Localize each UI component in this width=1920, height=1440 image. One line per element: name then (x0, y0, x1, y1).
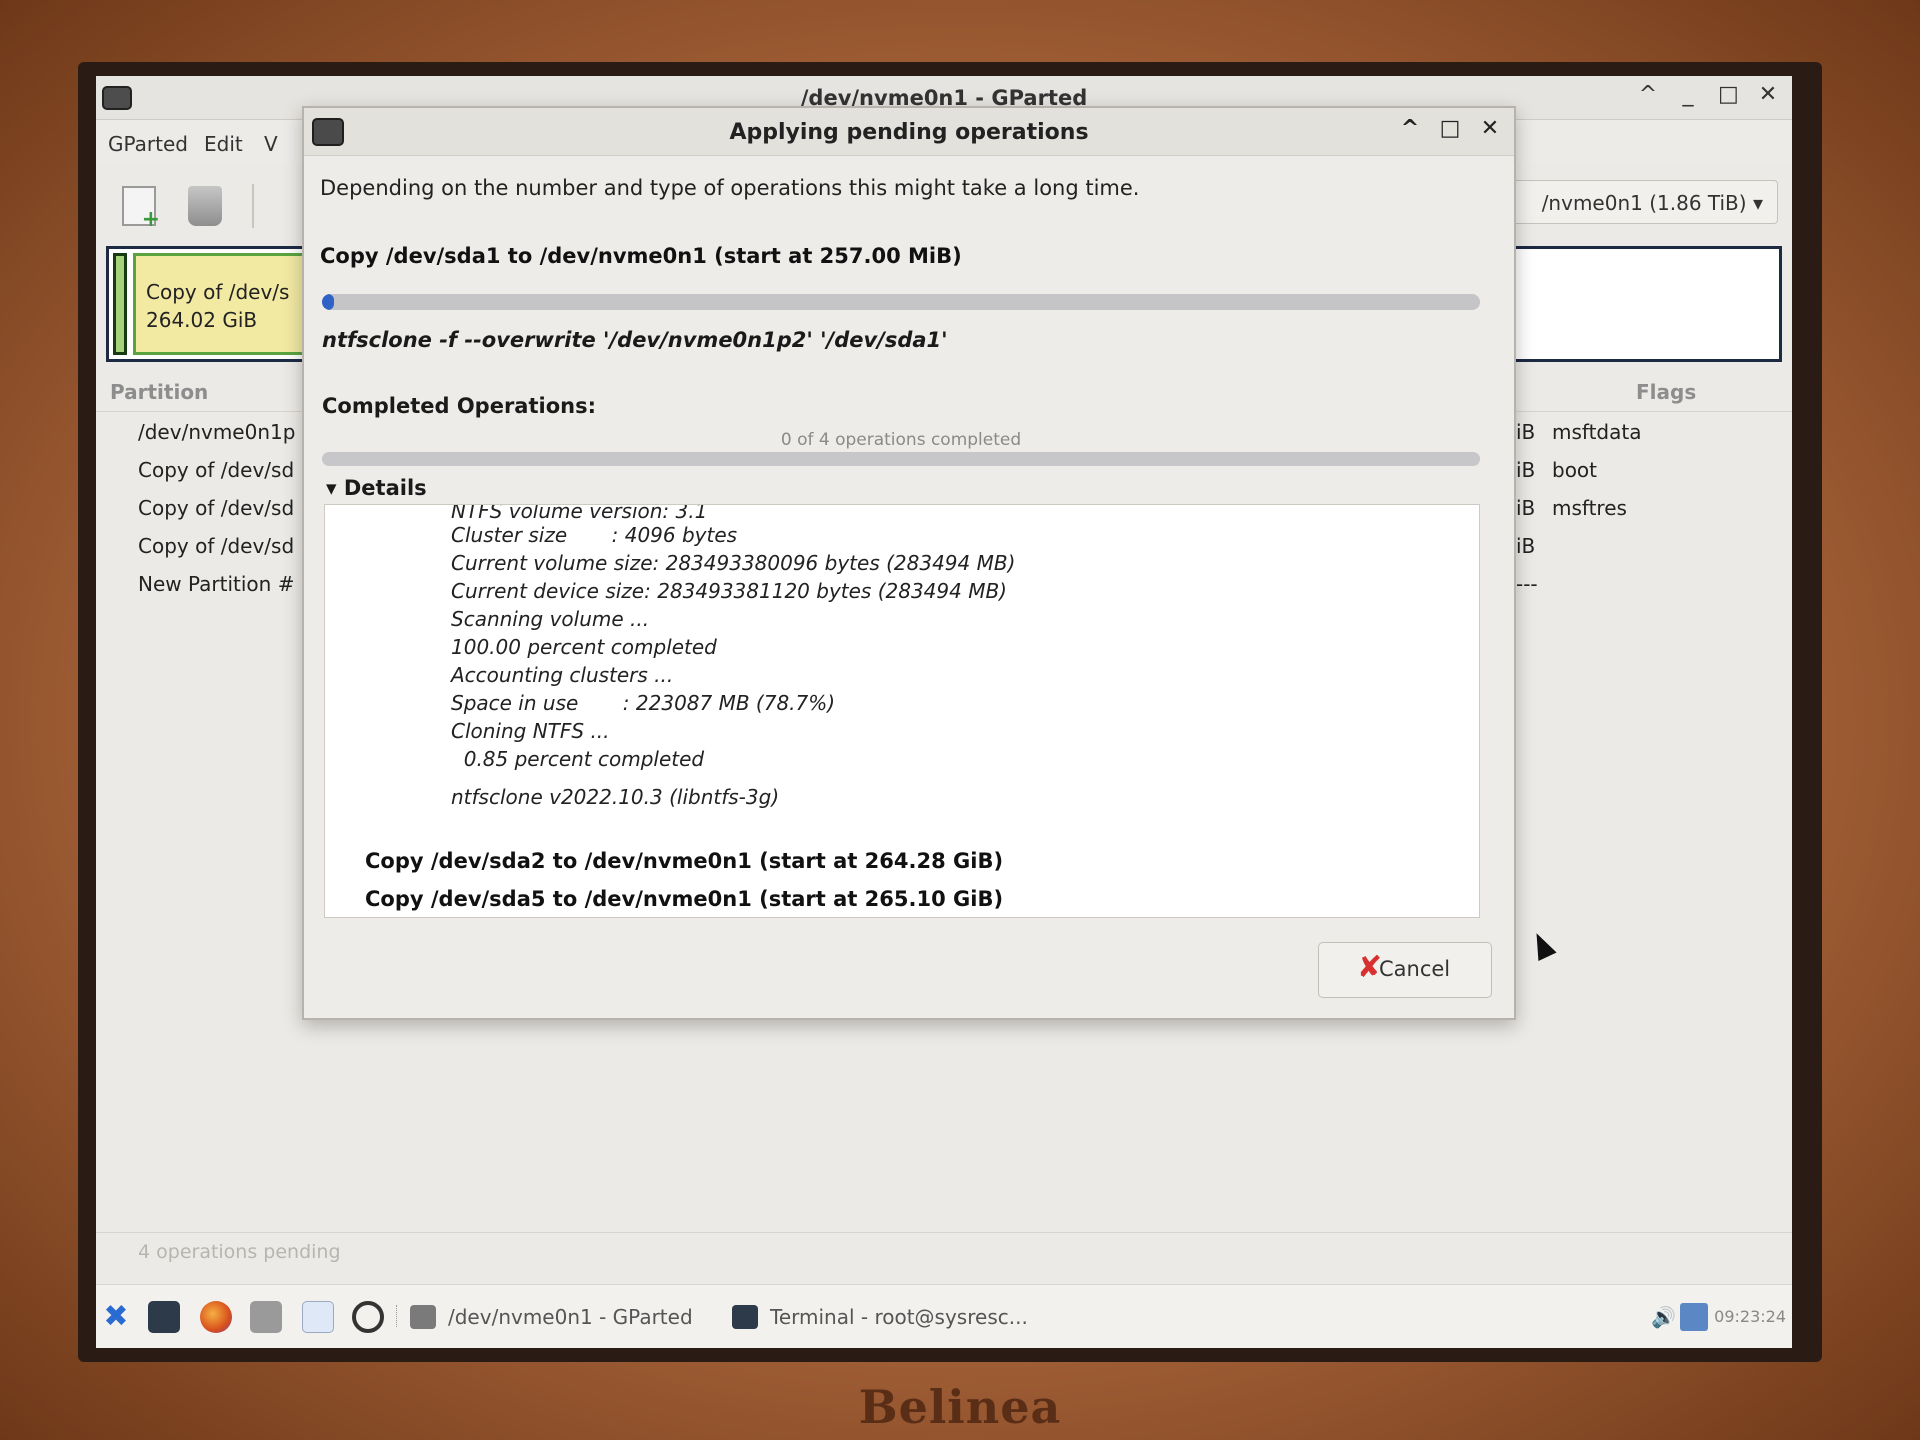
details-label: Details (343, 476, 427, 500)
clock[interactable]: 09:23:24 (1714, 1307, 1786, 1326)
network-icon[interactable] (1680, 1303, 1708, 1331)
toolbar-separator (252, 184, 254, 228)
taskbar: ✖ /dev/nvme0n1 - GParted Terminal - root… (96, 1284, 1792, 1348)
shade-icon[interactable]: ^ (1398, 116, 1422, 141)
partition-size: iB (1516, 496, 1536, 520)
chevron-down-icon: ▾ (1752, 191, 1763, 215)
dialog-title: Applying pending operations (729, 120, 1089, 145)
column-flags[interactable]: Flags (1636, 380, 1696, 404)
firefox-launcher-icon[interactable] (200, 1301, 232, 1333)
dialog-intro: Depending on the number and type of oper… (320, 176, 1140, 200)
task-gparted[interactable]: /dev/nvme0n1 - GParted (404, 1297, 716, 1337)
partition-flags: msftres (1552, 496, 1627, 520)
cancel-icon: ✘ (1357, 950, 1383, 985)
menu-gparted[interactable]: GParted (108, 132, 188, 156)
cancel-button[interactable]: ✘ Cancel (1318, 942, 1492, 998)
menu-edit[interactable]: Edit (204, 132, 243, 156)
pending-operation: Copy /dev/sda5 to /dev/nvme0n1 (start at… (365, 887, 1004, 911)
partition-name: New Partition # (138, 572, 295, 596)
maximize-icon[interactable]: □ (1718, 82, 1739, 107)
new-partition-icon[interactable] (122, 186, 160, 232)
task-terminal-label: Terminal - root@sysresc... (770, 1305, 1028, 1329)
volume-icon[interactable]: 🔊 (1651, 1305, 1676, 1329)
help-lifebuoy-icon[interactable] (352, 1301, 384, 1333)
partition-name: Copy of /dev/sd (138, 496, 295, 520)
statusbar: 4 operations pending (96, 1232, 1792, 1272)
log-line: ntfsclone v2022.10.3 (libntfs-3g) (451, 785, 780, 809)
xfce-menu-icon[interactable]: ✖ (100, 1301, 132, 1333)
log-line: Cloning NTFS ... (451, 719, 610, 743)
pending-status: 4 operations pending (138, 1241, 341, 1263)
partition-flags: msftdata (1552, 420, 1642, 444)
dialog-titlebar: Applying pending operations ^ □ ✕ (304, 108, 1514, 156)
gparted-task-icon (410, 1305, 436, 1329)
log-line: NTFS volume version: 3.1 (451, 504, 708, 523)
maximize-icon[interactable]: □ (1438, 116, 1462, 141)
operation-progress-bar (322, 294, 1480, 310)
log-line: 100.00 percent completed (451, 635, 717, 659)
log-line: Current device size: 283493381120 bytes … (451, 579, 1007, 603)
current-operation: Copy /dev/sda1 to /dev/nvme0n1 (start at… (320, 244, 962, 268)
log-line: Accounting clusters ... (451, 663, 674, 687)
editor-launcher-icon[interactable] (302, 1301, 334, 1333)
pending-operation: Copy /dev/sda2 to /dev/nvme0n1 (start at… (365, 849, 1004, 873)
log-line: 0.85 percent completed (451, 747, 705, 771)
minimize-icon[interactable]: _ (1678, 82, 1698, 107)
partition-name: Copy of /dev/sd (138, 534, 295, 558)
device-selector-label: /nvme0n1 (1.86 TiB) (1541, 191, 1747, 215)
close-icon[interactable]: ✕ (1758, 82, 1778, 107)
apply-operations-dialog: Applying pending operations ^ □ ✕ Depend… (302, 106, 1516, 1020)
task-terminal[interactable]: Terminal - root@sysresc... (726, 1297, 1066, 1337)
column-partition[interactable]: Partition (110, 380, 208, 404)
cancel-label: Cancel (1379, 957, 1451, 981)
current-command: ntfsclone -f --overwrite '/dev/nvme0n1p2… (322, 328, 948, 352)
partition-size: iB (1516, 420, 1536, 444)
device-selector[interactable]: /nvme0n1 (1.86 TiB) ▾ (1508, 180, 1778, 224)
log-line: Current volume size: 283493380096 bytes … (451, 551, 1016, 575)
overall-progress-bar (322, 452, 1480, 466)
taskbar-separator (396, 1305, 399, 1327)
log-line: Cluster size : 4096 bytes (451, 523, 738, 547)
partition-graph-block-small[interactable] (113, 253, 127, 355)
operation-progress-fill (322, 294, 334, 310)
triangle-down-icon: ▾ (326, 476, 337, 500)
partition-size: iB (1516, 534, 1536, 558)
main-window-controls: ^ _ □ ✕ (1638, 82, 1778, 107)
operations-completed-text: 0 of 4 operations completed (780, 430, 1022, 450)
screen: /dev/nvme0n1 - GParted ^ _ □ ✕ GParted E… (96, 76, 1792, 1348)
log-line: Space in use : 223087 MB (78.7%) (451, 691, 836, 715)
terminal-launcher-icon[interactable] (148, 1301, 180, 1333)
monitor-brand: Belinea (858, 1380, 1062, 1434)
details-expander[interactable]: ▾ Details (326, 476, 427, 500)
log-line: Scanning volume ... (451, 607, 650, 631)
delete-partition-icon[interactable] (188, 186, 222, 226)
close-icon[interactable]: ✕ (1478, 116, 1502, 141)
partition-size: iB (1516, 458, 1536, 482)
shade-icon[interactable]: ^ (1638, 82, 1658, 107)
mouse-cursor (1527, 928, 1557, 962)
completed-operations-heading: Completed Operations: (322, 394, 596, 418)
dialog-controls: ^ □ ✕ (1398, 116, 1502, 141)
gparted-launcher-icon[interactable] (250, 1301, 282, 1333)
menu-view[interactable]: V (264, 132, 278, 156)
terminal-task-icon (732, 1305, 758, 1329)
partition-flags: boot (1552, 458, 1598, 482)
task-gparted-label: /dev/nvme0n1 - GParted (448, 1305, 693, 1329)
details-log[interactable]: NTFS volume version: 3.1 Cluster size : … (324, 504, 1480, 918)
partition-size: --- (1516, 572, 1538, 596)
partition-name: /dev/nvme0n1p (138, 420, 296, 444)
partition-name: Copy of /dev/sd (138, 458, 295, 482)
